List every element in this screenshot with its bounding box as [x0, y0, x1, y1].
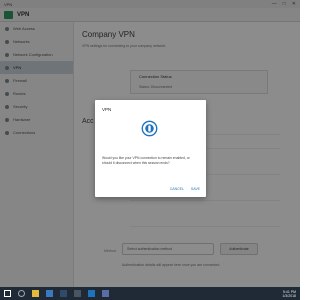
box-icon[interactable]	[74, 290, 81, 297]
dialog-actions: CANCEL SAVE	[170, 187, 200, 191]
browser-icon[interactable]	[88, 290, 95, 297]
app-icon[interactable]	[60, 290, 67, 297]
vpn-logo-icon	[141, 120, 158, 137]
clock-time: 5:41 PM	[282, 289, 296, 294]
dialog-title: VPN	[102, 107, 112, 112]
active-app-icon[interactable]	[102, 290, 109, 297]
store-icon[interactable]	[46, 290, 53, 297]
clock-date: 1/3/2018	[282, 293, 296, 298]
folder-icon[interactable]	[32, 290, 39, 297]
search-icon[interactable]	[18, 290, 25, 297]
dialog-message: Would you like your VPN connection to re…	[102, 156, 190, 165]
vpn-dialog: VPN Would you like your VPN connection t…	[95, 100, 206, 197]
taskbar: 5:41 PM 1/3/2018	[0, 287, 300, 300]
save-button[interactable]: SAVE	[191, 187, 200, 191]
clock[interactable]: 5:41 PM 1/3/2018	[282, 290, 296, 298]
cancel-button[interactable]: CANCEL	[170, 187, 184, 191]
start-icon[interactable]	[4, 290, 11, 297]
